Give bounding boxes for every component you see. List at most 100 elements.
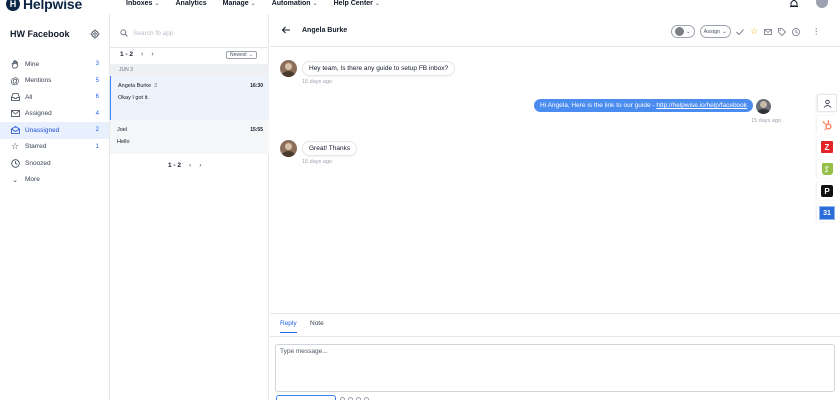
conversation-preview: Hello <box>117 139 130 145</box>
tab-note[interactable]: Note <box>310 320 324 332</box>
conversation-time: 16:30 <box>250 83 263 89</box>
message-link[interactable]: http://helpwise.io/help/facebook <box>656 102 747 109</box>
conversation-item[interactable]: Angela Burke 3 16:30 Okay I got it. <box>110 76 269 121</box>
chevron-left-icon[interactable]: ‹ <box>189 162 191 169</box>
chevron-right-icon[interactable]: › <box>199 162 201 169</box>
conversation-time: 15:55 <box>250 127 263 133</box>
star-icon: ☆ <box>10 141 20 152</box>
nav-automation[interactable]: Automation ⌄ <box>272 0 318 7</box>
inbox-sidebar: HW Facebook Mine 3 @ Mentions 5 All 6 As… <box>0 14 110 400</box>
google-calendar-app[interactable]: 31 <box>817 204 837 222</box>
folder-nav: Mine 3 @ Mentions 5 All 6 Assigned 4 Una… <box>0 56 109 188</box>
send-button[interactable] <box>276 395 336 400</box>
sidebar-item-all[interactable]: All 6 <box>0 89 109 106</box>
contact-avatar <box>280 140 297 157</box>
user-avatar[interactable] <box>816 0 828 8</box>
search-input[interactable] <box>133 29 253 37</box>
message-input[interactable] <box>275 344 835 392</box>
top-bar: H Helpwise Inboxes ⌄ Analytics Manage ⌄ Au… <box>0 0 840 14</box>
clock-icon <box>10 158 20 168</box>
sidebar-item-mine[interactable]: Mine 3 <box>0 56 109 73</box>
gear-icon[interactable] <box>90 29 100 39</box>
agent-selector[interactable]: ⌄ <box>671 25 695 38</box>
sidebar-item-unassigned[interactable]: Unassigned 2 <box>0 122 109 139</box>
nav-analytics[interactable]: Analytics <box>175 0 206 7</box>
top-nav: Inboxes ⌄ Analytics Manage ⌄ Automation ⌄ H… <box>126 0 380 7</box>
message-bubble: Great! Thanks <box>302 141 358 156</box>
pagination-top: 1 - 2 ‹ › <box>120 51 154 58</box>
chevron-right-icon[interactable]: › <box>151 51 153 58</box>
assign-button[interactable]: Assign ⌄ <box>699 25 731 38</box>
conversation-sender: Joel <box>117 127 128 133</box>
star-icon[interactable]: ☆ <box>750 26 759 36</box>
date-separator: JUN 3 <box>110 64 269 76</box>
contact-info-app[interactable] <box>817 94 837 112</box>
shopify-app[interactable] <box>817 160 837 178</box>
message-outgoing: Hi Angela, Here is the link to our guide… <box>534 99 772 114</box>
shopify-icon <box>821 163 833 175</box>
conversation-view: Angela Burke ⌄ Assign ⌄ ☆ ⋮ Hey team, Is… <box>270 14 840 400</box>
more-vertical-icon[interactable]: ⋮ <box>812 27 821 36</box>
sidebar-item-mentions[interactable]: @ Mentions 5 <box>0 73 109 90</box>
chevron-down-icon: ⌄ <box>12 176 18 184</box>
message-bubble: Hey team, Is there any guide to setup FB… <box>302 61 456 76</box>
tag-icon[interactable] <box>778 27 787 36</box>
message-bubble: Hi Angela, Here is the link to our guide… <box>534 99 754 112</box>
pagination-bottom: 1 - 2 ‹ › <box>168 162 201 169</box>
message-time: 15 days ago <box>751 118 781 124</box>
clock-icon[interactable] <box>792 27 801 36</box>
search-bar <box>120 28 260 38</box>
bell-icon[interactable] <box>789 0 799 8</box>
calendar-icon: 31 <box>819 206 835 220</box>
sort-dropdown[interactable]: Newest ⌄ <box>226 51 257 59</box>
sidebar-item-starred[interactable]: ☆ Starred 1 <box>0 139 109 156</box>
arrow-left-icon[interactable] <box>281 25 291 35</box>
count-badge: 4 <box>95 110 99 117</box>
nav-inboxes[interactable]: Inboxes ⌄ <box>126 0 159 7</box>
contact-name: Angela Burke <box>302 27 348 34</box>
brand-logo[interactable]: H Helpwise <box>6 0 82 12</box>
pagination-range: 1 - 2 <box>120 51 134 58</box>
count-badge: 2 <box>95 127 99 134</box>
at-icon: @ <box>10 75 20 86</box>
nav-help-center[interactable]: Help Center ⌄ <box>334 0 380 7</box>
inbox-icon <box>10 92 20 102</box>
count-badge: 5 <box>95 77 99 84</box>
hand-icon <box>10 59 20 69</box>
person-icon <box>823 99 831 108</box>
sidebar-item-snoozed[interactable]: Snoozed <box>0 155 109 172</box>
message-incoming: Great! Thanks <box>280 140 358 157</box>
mail-icon <box>10 109 20 119</box>
conversation-item[interactable]: Joel 15:55 Hello <box>110 120 269 154</box>
zoho-app[interactable]: Z <box>817 138 837 156</box>
nav-manage[interactable]: Manage ⌄ <box>223 0 256 7</box>
conversation-sender: Angela Burke <box>118 83 152 89</box>
zoho-icon: Z <box>821 141 833 153</box>
inbox-title: HW Facebook <box>10 29 70 39</box>
hubspot-app[interactable] <box>817 116 837 134</box>
hubspot-icon <box>822 119 832 130</box>
agent-avatar <box>675 27 684 36</box>
open-mail-icon <box>10 125 20 135</box>
message-time: 15 days ago <box>302 79 332 85</box>
sidebar-item-assigned[interactable]: Assigned 4 <box>0 106 109 123</box>
divider <box>110 47 269 48</box>
tab-reply[interactable]: Reply <box>280 320 297 333</box>
chevron-down-icon: ⌄ <box>722 28 727 35</box>
count-badge: 6 <box>95 94 99 101</box>
chevron-down-icon: ⌄ <box>250 1 256 7</box>
check-icon[interactable] <box>736 27 745 36</box>
brand-name: Helpwise <box>23 0 83 12</box>
mail-icon[interactable] <box>764 27 773 36</box>
conversation-header: Angela Burke ⌄ Assign ⌄ ☆ ⋮ <box>270 14 840 47</box>
helpwise-logo-icon: H <box>6 0 20 11</box>
agent-avatar <box>756 99 772 114</box>
pipedrive-app[interactable]: P <box>817 182 837 200</box>
chevron-left-icon[interactable]: ‹ <box>141 51 143 58</box>
conversation-preview: Okay I got it. <box>118 95 149 101</box>
sidebar-item-more[interactable]: ⌄ More <box>0 172 109 189</box>
count-badge: 1 <box>95 143 99 150</box>
chevron-down-icon: ⌄ <box>248 52 253 58</box>
message-time: 15 days ago <box>302 159 332 165</box>
apps-panel: Z P 31 <box>817 94 840 222</box>
